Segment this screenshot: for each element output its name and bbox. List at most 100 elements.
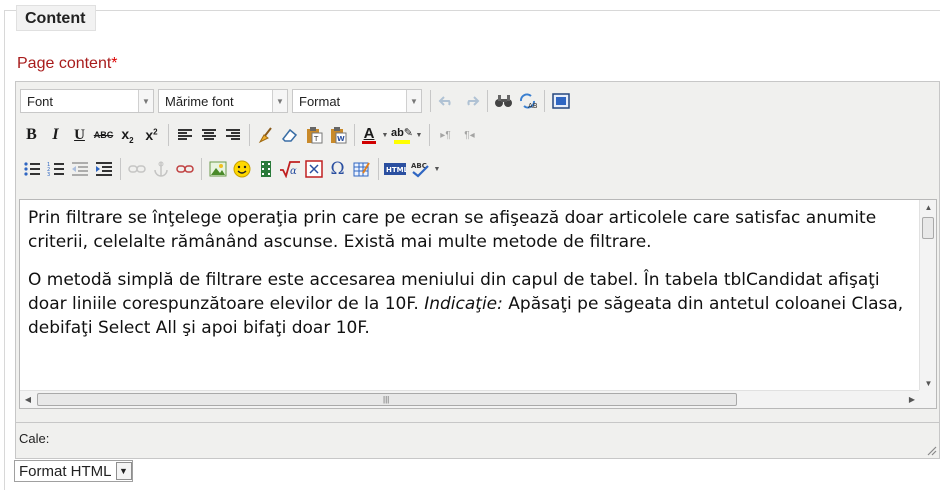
- highlight-color-button[interactable]: ab✎: [391, 124, 413, 147]
- vertical-scrollbar[interactable]: ▲ ▼: [919, 200, 936, 392]
- paragraph-2-hint: Indicaţie:: [424, 294, 503, 314]
- section-legend: Content: [16, 5, 97, 31]
- required-marker: *: [111, 55, 118, 72]
- chevron-down-icon: ▼: [381, 131, 389, 139]
- text-format-select-value: Format HTML: [19, 462, 112, 480]
- align-center-button[interactable]: [197, 124, 220, 147]
- ltr-button[interactable]: ▸¶: [434, 124, 457, 147]
- highlight-icon: ab✎: [390, 126, 414, 139]
- strikethrough-icon: ABC: [93, 130, 114, 140]
- resize-grip-icon[interactable]: [925, 444, 937, 456]
- ltr-icon: ▸¶: [440, 129, 451, 141]
- bullet-list-icon: [23, 162, 40, 176]
- toolbar-row-1: Font ▼ Mărime font ▼ Format ▼ AB: [16, 86, 573, 116]
- toolbar-separator: [378, 158, 379, 180]
- cleanup-button[interactable]: [254, 124, 277, 147]
- paste-text-icon: T: [306, 127, 322, 144]
- horizontal-scroll-thumb[interactable]: |||: [37, 393, 737, 406]
- paste-word-button[interactable]: W: [326, 124, 349, 147]
- svg-text:HTML: HTML: [386, 166, 406, 174]
- chevron-down-icon: ▼: [138, 90, 153, 112]
- fullscreen-button[interactable]: [549, 90, 572, 113]
- rtl-button[interactable]: ¶◂: [458, 124, 481, 147]
- scroll-up-arrow-icon[interactable]: ▲: [920, 200, 936, 216]
- font-size-select[interactable]: Mărime font ▼: [158, 89, 288, 113]
- scrollbar-corner: [919, 390, 936, 408]
- vertical-scroll-thumb[interactable]: [922, 217, 934, 239]
- emoticon-button[interactable]: [230, 158, 253, 181]
- paste-text-button[interactable]: T: [302, 124, 325, 147]
- toolbar-separator: [249, 124, 250, 146]
- toolbar-separator: [168, 124, 169, 146]
- text-color-icon: A: [363, 125, 375, 142]
- replace-icon: AB: [519, 93, 538, 110]
- media-button[interactable]: [254, 158, 277, 181]
- toolbar-separator: [201, 158, 202, 180]
- replace-button[interactable]: AB: [516, 90, 539, 113]
- special-char-button[interactable]: Ω: [326, 158, 349, 181]
- highlight-color-dropdown[interactable]: ▼: [414, 124, 424, 147]
- eraser-icon: [281, 128, 297, 142]
- spellcheck-button[interactable]: ABC: [408, 158, 431, 181]
- link-icon: [127, 165, 146, 173]
- equation-button[interactable]: α: [278, 158, 301, 181]
- superscript-button[interactable]: x2: [140, 124, 163, 147]
- svg-text:AB: AB: [528, 102, 538, 110]
- svg-text:α: α: [290, 166, 297, 177]
- find-button[interactable]: [492, 90, 515, 113]
- bullet-list-button[interactable]: [20, 158, 43, 181]
- outdent-button[interactable]: [68, 158, 91, 181]
- html-icon: HTML: [384, 163, 406, 175]
- undo-icon: [438, 96, 451, 106]
- indent-button[interactable]: [92, 158, 115, 181]
- font-family-select[interactable]: Font ▼: [20, 89, 154, 113]
- toolbar-separator: [354, 124, 355, 146]
- numbered-list-icon: 123: [47, 162, 64, 177]
- align-right-button[interactable]: [221, 124, 244, 147]
- horizontal-scrollbar[interactable]: ◀ ||| ▶: [20, 390, 920, 408]
- anchor-button[interactable]: [149, 158, 172, 181]
- film-icon: [260, 161, 271, 177]
- chevron-down-icon: ▼: [433, 165, 441, 173]
- format-select[interactable]: Format ▼: [292, 89, 422, 113]
- find-icon: [494, 95, 512, 107]
- scroll-left-arrow-icon[interactable]: ◀: [20, 391, 36, 408]
- toolbar-separator: [487, 90, 488, 112]
- paragraph-2: O metodă simplă de filtrare este accesar…: [28, 268, 908, 340]
- nolink-icon: [304, 160, 323, 178]
- toolbar-separator: [429, 124, 430, 146]
- text-color-button[interactable]: A: [359, 124, 379, 147]
- unlink-button[interactable]: [173, 158, 196, 181]
- text-format-select[interactable]: Format HTML ▼: [14, 460, 133, 482]
- editor-text[interactable]: Prin filtrare se înţelege operaţia prin …: [28, 206, 908, 354]
- svg-text:3: 3: [47, 172, 50, 177]
- equation-icon: α: [279, 161, 300, 178]
- toolbar-row-3: 123 α Ω HTML ABC ▼: [16, 154, 443, 184]
- spellcheck-dropdown[interactable]: ▼: [432, 158, 442, 181]
- toolbar-row-2: B I U ABC x2 x2 T W A ▼ ab✎ ▼ ▸¶ ¶◂: [16, 120, 482, 150]
- svg-text:T: T: [313, 135, 319, 143]
- bold-button[interactable]: B: [20, 124, 43, 147]
- align-left-button[interactable]: [173, 124, 196, 147]
- subscript-icon: x2: [121, 125, 134, 145]
- table-button[interactable]: [350, 158, 373, 181]
- toolbar-separator: [120, 158, 121, 180]
- insert-image-button[interactable]: [206, 158, 229, 181]
- italic-button[interactable]: I: [44, 124, 67, 147]
- text-color-dropdown[interactable]: ▼: [380, 124, 390, 147]
- strikethrough-button[interactable]: ABC: [92, 124, 115, 147]
- nolink-button[interactable]: [302, 158, 325, 181]
- scroll-right-arrow-icon[interactable]: ▶: [904, 391, 920, 408]
- undo-button[interactable]: [435, 90, 458, 113]
- smiley-icon: [233, 160, 250, 178]
- chevron-down-icon: ▼: [272, 90, 287, 112]
- redo-icon: [466, 96, 479, 106]
- html-source-button[interactable]: HTML: [383, 158, 407, 181]
- eraser-button[interactable]: [278, 124, 301, 147]
- link-button[interactable]: [125, 158, 148, 181]
- editor-content-area[interactable]: Prin filtrare se înţelege operaţia prin …: [19, 199, 937, 409]
- underline-button[interactable]: U: [68, 124, 91, 147]
- subscript-button[interactable]: x2: [116, 124, 139, 147]
- redo-button[interactable]: [459, 90, 482, 113]
- numbered-list-button[interactable]: 123: [44, 158, 67, 181]
